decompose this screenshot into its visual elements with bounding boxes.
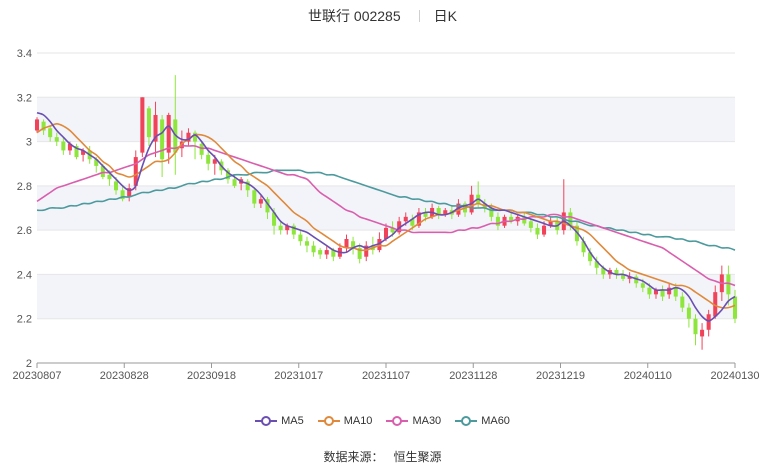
y-tick-label: 3.2 [17, 92, 32, 104]
legend-item-ma60[interactable]: MA60 [455, 415, 510, 427]
candle [344, 234, 349, 253]
x-tick-label: 20230807 [13, 370, 62, 382]
legend-dot-ma5 [261, 416, 272, 426]
candle [324, 245, 329, 259]
candle-body [54, 137, 59, 142]
candle-body [232, 179, 237, 186]
candle-body [528, 221, 533, 228]
candle-body [113, 181, 119, 191]
candle [298, 230, 303, 246]
candle [206, 150, 211, 171]
candle [34, 117, 40, 133]
candle-body [304, 241, 310, 246]
candlestick-chart: 22.22.42.62.833.23.4 20230807 20230828 202… [13, 48, 760, 382]
candle [74, 143, 79, 160]
candle-body [640, 283, 645, 288]
legend-dot-ma10 [323, 416, 334, 426]
x-tick-label: 20231128 [449, 370, 497, 382]
candle-body [199, 143, 204, 155]
y-tick-label: 2 [26, 358, 32, 370]
legend-dot-ma30 [392, 416, 403, 426]
candle-body [146, 108, 151, 138]
candle-body [700, 329, 705, 337]
legend-label-ma30: MA30 [412, 415, 442, 427]
candle [311, 241, 316, 257]
y-tick-label: 2.6 [17, 225, 32, 237]
x-tick-label: 20230918 [187, 370, 236, 382]
legend-item-ma10[interactable]: MA10 [317, 415, 373, 427]
candle-body [107, 174, 112, 180]
candle-body [298, 234, 303, 242]
x-tick-label: 20231219 [536, 370, 585, 382]
legend-label-ma10: MA10 [343, 415, 373, 427]
candle [364, 241, 369, 262]
y-tick-label: 3.4 [17, 48, 32, 60]
candle-body [660, 289, 665, 297]
candle-body [706, 314, 711, 330]
candle [304, 236, 310, 253]
legend-item-ma30[interactable]: MA30 [386, 415, 441, 427]
x-axis: 20230807 20230828 20230918 20231017 20231107… [13, 362, 760, 382]
source-value: 恒生聚源 [393, 450, 442, 464]
candle-body [673, 287, 678, 297]
legend-dot-ma60 [461, 416, 472, 426]
candle-body [258, 199, 263, 204]
legend-item-ma5[interactable]: MA5 [255, 415, 304, 427]
candle [160, 115, 165, 177]
candle-body [278, 225, 283, 231]
y-tick-label: 3 [26, 137, 32, 149]
plot-band [37, 274, 735, 319]
y-tick-label: 2.8 [17, 181, 32, 193]
candle-body [535, 227, 540, 235]
candle-body [252, 190, 257, 204]
y-tick-label: 2.2 [17, 314, 32, 326]
candle [166, 112, 171, 164]
legend-label-ma60: MA60 [481, 415, 510, 427]
y-tick-label: 2.4 [17, 269, 32, 281]
candle-body [160, 119, 165, 160]
candle-body [311, 245, 316, 253]
legend-label-ma5: MA5 [281, 415, 304, 427]
legend-swatch-ma5 [255, 416, 278, 426]
candle-body [61, 141, 66, 151]
candle-body [48, 128, 53, 138]
candle [291, 223, 296, 239]
candle [318, 247, 323, 259]
legend-swatch-ma30 [386, 416, 409, 426]
candle-body [686, 307, 691, 319]
x-tick-label: 20240110 [624, 370, 672, 382]
x-tick-label: 20231017 [274, 370, 323, 382]
candle-body [344, 239, 349, 248]
legend-swatch-ma10 [317, 416, 340, 426]
candle-body [693, 318, 698, 335]
candle-body [324, 250, 329, 255]
candle-body [206, 154, 211, 164]
candle-body [403, 216, 408, 222]
candle [351, 236, 356, 255]
x-tick-label: 20240130 [711, 370, 760, 382]
candle [693, 314, 698, 346]
x-tick-label: 20230828 [100, 370, 149, 382]
candle-body [647, 287, 652, 295]
x-tick-label: 20231107 [362, 370, 410, 382]
y-axis: 2 2.2 2.4 2.6 2.8 3 3.2 3.4 [17, 48, 32, 370]
candle-body [34, 119, 40, 131]
legend-swatch-ma60 [455, 416, 478, 426]
legend: MA5 MA10 MA30 MA60 [0, 412, 765, 430]
candle [140, 97, 145, 158]
candle-body [166, 115, 171, 153]
candle [173, 75, 178, 175]
candle-body [680, 296, 685, 308]
data-source: 数据来源： 恒生聚源 [0, 448, 765, 465]
candle-body [732, 296, 738, 319]
candle-body [318, 250, 323, 255]
candle [700, 323, 705, 350]
candle-body [140, 97, 145, 153]
candle-body [542, 225, 547, 235]
source-label: 数据来源： [323, 450, 384, 464]
